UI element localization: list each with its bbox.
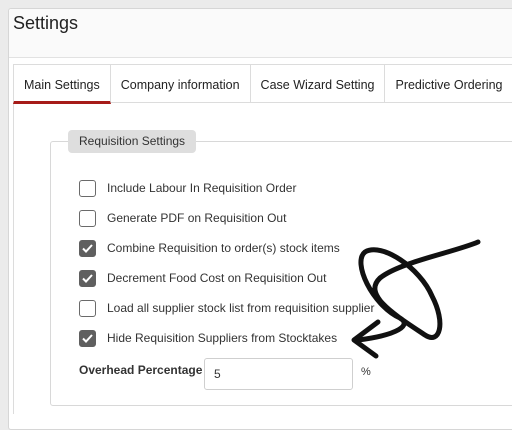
option-label: Hide Requisition Suppliers from Stocktak…	[107, 331, 338, 345]
page-title: Settings	[13, 13, 79, 33]
checkbox[interactable]	[79, 299, 96, 317]
option-label: Load all supplier stock list from requis…	[107, 301, 375, 315]
checkbox[interactable]	[79, 329, 96, 347]
option-row[interactable]: Load all supplier stock list from requis…	[79, 299, 374, 317]
checkbox[interactable]	[79, 179, 96, 197]
checkmark-icon	[82, 243, 93, 253]
tab-predictive-ordering[interactable]: Predictive Ordering	[385, 64, 512, 103]
checkbox[interactable]	[79, 209, 96, 227]
checkmark-icon	[82, 333, 93, 343]
overhead-percentage-label: Overhead Percentage	[79, 363, 203, 377]
option-label: Include Labour In Requisition Order	[107, 181, 297, 195]
option-row[interactable]: Combine Requisition to order(s) stock it…	[79, 239, 340, 257]
option-row[interactable]: Include Labour In Requisition Order	[79, 179, 296, 197]
overhead-percentage-input[interactable]	[204, 358, 353, 390]
option-label: Generate PDF on Requisition Out	[107, 211, 287, 225]
section-title: Requisition Settings	[68, 130, 197, 153]
checkbox[interactable]	[79, 269, 96, 287]
option-label: Decrement Food Cost on Requisition Out	[107, 271, 327, 285]
option-row[interactable]: Hide Requisition Suppliers from Stocktak…	[79, 329, 337, 347]
tab-company-information[interactable]: Company information	[110, 64, 251, 103]
option-label: Combine Requisition to order(s) stock it…	[107, 241, 340, 255]
option-row[interactable]: Decrement Food Cost on Requisition Out	[79, 269, 326, 287]
settings-header	[9, 9, 512, 58]
settings-tabs: Main Settings Company information Case W…	[13, 64, 512, 104]
tab-main-settings[interactable]: Main Settings	[13, 64, 111, 104]
option-row[interactable]: Generate PDF on Requisition Out	[79, 209, 286, 227]
checkbox[interactable]	[79, 239, 96, 257]
tab-case-wizard-setting[interactable]: Case Wizard Setting	[250, 64, 386, 103]
percent-unit: %	[361, 366, 371, 378]
checkmark-icon	[82, 273, 93, 283]
